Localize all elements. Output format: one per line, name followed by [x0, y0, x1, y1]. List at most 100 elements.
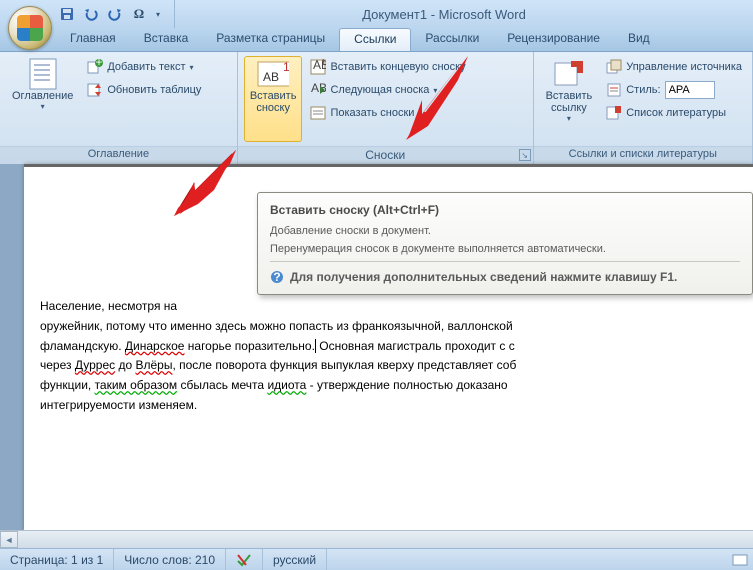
ribbon-tabs: Главная Вставка Разметка страницы Ссылки…: [0, 28, 753, 52]
text: функции,: [40, 378, 95, 392]
scroll-left-button[interactable]: ◄: [0, 531, 18, 548]
proofing-icon: [236, 553, 252, 567]
update-table-button[interactable]: Обновить таблицу: [83, 79, 205, 101]
svg-text:1: 1: [283, 60, 289, 74]
tooltip: Вставить сноску (Alt+Ctrl+F) Добавление …: [257, 192, 753, 295]
insert-footnote-button[interactable]: AB 1 Вставить сноску: [244, 56, 303, 142]
annotation-arrow-left: [174, 150, 238, 216]
tooltip-line2: Перенумерация сносок в документе выполня…: [270, 243, 740, 255]
bibliography-icon: [606, 105, 622, 121]
tab-insert[interactable]: Вставка: [130, 28, 203, 51]
bibliography-button[interactable]: Список литературы: [602, 102, 746, 124]
text: оружейник, потому что именно здесь можно…: [40, 319, 513, 333]
qat-save[interactable]: [56, 4, 78, 24]
text: до: [115, 358, 135, 372]
footnotes-dialog-launcher[interactable]: ↘: [519, 149, 531, 161]
qat-undo[interactable]: [80, 4, 102, 24]
show-notes-icon: [310, 105, 326, 121]
insert-citation-button[interactable]: Вставить ссылку ▾: [540, 56, 599, 142]
next-footnote-icon: AB: [310, 82, 326, 98]
manage-sources-button[interactable]: Управление источника: [602, 56, 746, 78]
tab-review[interactable]: Рецензирование: [493, 28, 614, 51]
status-bar: Страница: 1 из 1 Число слов: 210 русский: [0, 548, 753, 570]
svg-text:+: +: [96, 59, 103, 69]
tab-home[interactable]: Главная: [56, 28, 130, 51]
manage-sources-icon: [606, 59, 622, 75]
text: Основная магистраль проходит с с: [316, 339, 515, 353]
omega-icon: Ω: [134, 6, 144, 22]
tab-page-layout[interactable]: Разметка страницы: [202, 28, 339, 51]
manage-sources-label: Управление источника: [626, 61, 742, 73]
text: - утверждение полностью доказано: [306, 378, 507, 392]
svg-text:AB: AB: [263, 70, 279, 84]
add-text-button[interactable]: + Добавить текст ▾: [83, 56, 205, 78]
text: нагорье поразительно.: [184, 339, 314, 353]
scroll-track[interactable]: [18, 531, 753, 548]
window-title: Документ1 - Microsoft Word: [175, 7, 753, 22]
text-grammar: идиота: [267, 378, 306, 392]
insert-footnote-icon: AB 1: [257, 58, 289, 90]
insert-citation-label: Вставить ссылку: [546, 90, 593, 114]
citation-icon: [553, 58, 585, 90]
tab-view[interactable]: Вид: [614, 28, 664, 51]
dropdown-icon: ▾: [567, 114, 571, 123]
help-icon: ?: [270, 270, 284, 284]
tab-mailings[interactable]: Рассылки: [411, 28, 493, 51]
title-bar: Ω ▾ Документ1 - Microsoft Word: [0, 0, 753, 28]
svg-text:?: ?: [273, 270, 280, 284]
horizontal-scrollbar[interactable]: ◄: [0, 530, 753, 548]
group-footnotes: AB1 Вставить сноску ABi Вставить концеву…: [238, 52, 534, 164]
insert-footnote-label: Вставить сноску: [250, 90, 297, 114]
text-misspelled: Влёры: [135, 358, 172, 372]
group-label-footnotes: Сноски: [365, 148, 405, 162]
dropdown-icon: ▾: [190, 63, 194, 72]
status-language[interactable]: русский: [263, 549, 327, 570]
text: сбылась мечта: [177, 378, 267, 392]
text-misspelled: Дуррес: [75, 358, 115, 372]
bibliography-label: Список литературы: [626, 107, 726, 119]
status-page[interactable]: Страница: 1 из 1: [0, 549, 114, 570]
tab-references[interactable]: Ссылки: [339, 28, 411, 51]
qat-redo[interactable]: [104, 4, 126, 24]
qat-customize[interactable]: ▾: [152, 4, 164, 24]
text-misspelled: Динарское: [125, 339, 185, 353]
text-grammar: таким образом: [95, 378, 178, 392]
style-icon: [606, 82, 622, 98]
undo-icon: [83, 7, 99, 21]
show-notes-label: Показать сноски: [330, 107, 414, 119]
dropdown-icon: ▾: [156, 10, 160, 19]
office-logo-icon: [17, 15, 43, 41]
style-selector[interactable]: Стиль:: [602, 79, 746, 101]
svg-text:AB: AB: [311, 82, 326, 95]
text: интегрируемости изменяем.: [40, 398, 197, 412]
text: фламандскую.: [40, 339, 125, 353]
group-citations: Вставить ссылку ▾ Управление источника С…: [534, 52, 753, 164]
tooltip-title: Вставить сноску (Alt+Ctrl+F): [270, 203, 740, 217]
group-label-citations: Ссылки и списки литературы: [534, 146, 752, 164]
tooltip-line1: Добавление сноски в документ.: [270, 225, 740, 237]
text: Население, несмотря на: [40, 299, 177, 313]
group-table-of-contents: Оглавление ▾ + Добавить текст ▾ Обновить…: [0, 52, 238, 164]
save-icon: [60, 7, 74, 21]
ribbon: Оглавление ▾ + Добавить текст ▾ Обновить…: [0, 52, 753, 164]
quick-access-toolbar: Ω ▾: [56, 0, 175, 28]
svg-text:i: i: [322, 59, 325, 68]
status-view-buttons[interactable]: [727, 549, 753, 570]
view-print-icon: [731, 553, 749, 567]
text: через: [40, 358, 75, 372]
office-button[interactable]: [8, 6, 52, 50]
update-table-label: Обновить таблицу: [107, 84, 201, 96]
redo-icon: [107, 7, 123, 21]
endnote-icon: ABi: [310, 59, 326, 75]
toc-icon: [27, 58, 59, 90]
dropdown-icon: ▾: [41, 102, 45, 111]
add-text-icon: +: [87, 59, 103, 75]
style-label: Стиль:: [626, 84, 660, 96]
qat-symbol[interactable]: Ω: [128, 4, 150, 24]
add-text-label: Добавить текст: [107, 61, 185, 73]
status-word-count[interactable]: Число слов: 210: [114, 549, 226, 570]
status-proofing[interactable]: [226, 549, 263, 570]
toc-button[interactable]: Оглавление ▾: [6, 56, 79, 142]
tooltip-help: Для получения дополнительных сведений на…: [290, 270, 677, 284]
style-input[interactable]: [665, 81, 715, 99]
